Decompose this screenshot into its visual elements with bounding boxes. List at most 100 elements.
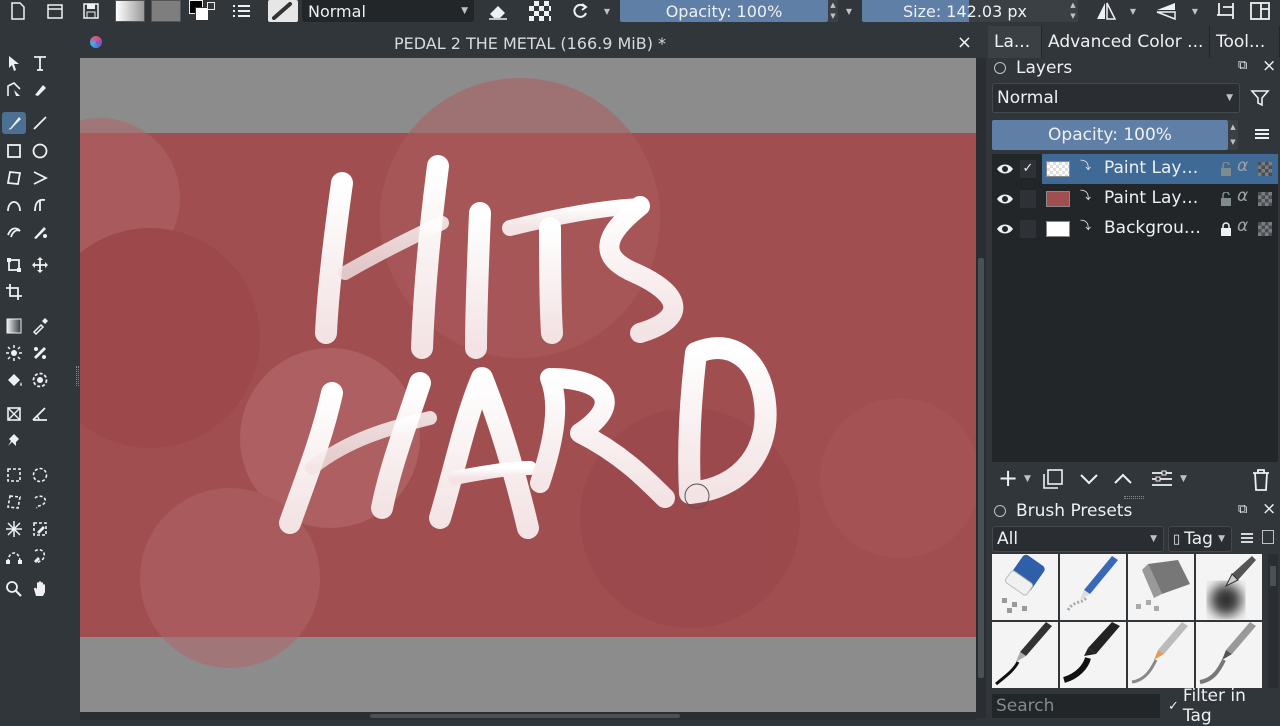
brush-preset-pencil[interactable]	[1128, 622, 1194, 688]
mirror-vertical-icon[interactable]	[1152, 0, 1180, 22]
brush-preset-eraser-pen[interactable]	[1060, 554, 1126, 620]
brush-grid-scrollbar[interactable]	[1268, 554, 1278, 688]
bezier-selection-tool-icon[interactable]	[2, 545, 26, 567]
reference-images-tool-icon[interactable]	[2, 430, 26, 452]
vertical-scrollbar[interactable]	[976, 58, 986, 718]
opacity-chevron-icon[interactable]: ▼	[842, 0, 856, 22]
alpha-inherit-icon[interactable]: α	[1237, 186, 1248, 206]
brush-preset-eraser-block[interactable]	[1128, 554, 1194, 620]
alpha-inherit-icon[interactable]: α	[1237, 156, 1248, 176]
bezier-curve-tool-icon[interactable]	[2, 194, 26, 216]
add-layer-chevron-icon[interactable]: ▼	[1024, 474, 1031, 484]
fill-tool-icon[interactable]	[2, 369, 26, 391]
float-brush-docker-icon[interactable]: ⧉	[1238, 502, 1247, 517]
vertical-scroll-thumb[interactable]	[978, 258, 984, 678]
alpha-lock-toggle-icon[interactable]	[1258, 192, 1272, 206]
magnetic-selection-tool-icon[interactable]	[28, 545, 52, 567]
move-layer-up-icon[interactable]	[1112, 468, 1134, 490]
alpha-lock-toggle-icon[interactable]	[1258, 162, 1272, 176]
canvas-viewport[interactable]	[80, 58, 976, 712]
layer-opacity-spinner[interactable]: ▲ ▼	[1228, 120, 1238, 150]
move-layer-down-icon[interactable]	[1078, 468, 1100, 490]
assistant-tool-icon[interactable]	[2, 403, 26, 425]
zoom-tool-icon[interactable]	[2, 578, 26, 600]
contiguous-selection-tool-icon[interactable]	[2, 518, 26, 540]
mirror-horizontal-icon[interactable]	[1092, 0, 1120, 22]
canvas-image[interactable]	[80, 58, 976, 712]
brush-tag-filter-select[interactable]: All ▼	[992, 526, 1164, 552]
freehand-selection-tool-icon[interactable]	[28, 491, 52, 513]
calligraphy-tool-icon[interactable]	[28, 79, 52, 101]
brush-search-input[interactable]: Search	[992, 694, 1160, 718]
alpha-inherit-icon[interactable]: α	[1237, 216, 1248, 236]
brush-grid-scroll-thumb[interactable]	[1270, 566, 1276, 586]
brush-view-menu-icon[interactable]	[1240, 530, 1254, 550]
opacity-slider[interactable]: Opacity: 100%	[620, 0, 828, 22]
select-shapes-tool-icon[interactable]	[2, 52, 26, 74]
visibility-eye-icon[interactable]	[996, 221, 1014, 237]
layer-row[interactable]: ✓ ⤵ Paint Laye... α	[992, 154, 1278, 184]
layer-select-checkbox[interactable]	[1020, 220, 1036, 238]
duplicate-layer-icon[interactable]	[1042, 468, 1064, 490]
tag-button[interactable]: ▯ Tag ▼	[1168, 526, 1232, 552]
layer-properties-chevron-icon[interactable]: ▼	[1180, 474, 1187, 484]
brush-detail-icon[interactable]	[1262, 530, 1274, 544]
layer-select-checkbox[interactable]: ✓	[1020, 160, 1036, 178]
alpha-lock-toggle-icon[interactable]	[1258, 222, 1272, 236]
layer-opacity-slider[interactable]: Opacity: 100%	[992, 120, 1228, 150]
crop-tool-icon[interactable]	[2, 281, 26, 303]
filter-icon[interactable]	[1250, 88, 1270, 112]
ellipse-tool-icon[interactable]	[28, 140, 52, 162]
elliptical-selection-tool-icon[interactable]	[28, 464, 52, 486]
new-document-icon[interactable]	[8, 0, 28, 22]
layer-properties-icon[interactable]	[1150, 468, 1174, 490]
visibility-eye-icon[interactable]	[996, 161, 1014, 177]
alpha-lock-icon[interactable]	[526, 0, 554, 22]
text-tool-icon[interactable]	[28, 52, 52, 74]
reload-icon[interactable]	[566, 0, 594, 22]
brush-preset-airbrush[interactable]	[1196, 554, 1262, 620]
polyline-tool-icon[interactable]	[28, 167, 52, 189]
gradient-tool-icon[interactable]	[2, 315, 26, 337]
freehand-path-tool-icon[interactable]	[28, 194, 52, 216]
layer-blend-mode-select[interactable]: Normal ▼	[992, 83, 1240, 113]
tab-tool-options[interactable]: Tool...	[1210, 26, 1280, 58]
filter-in-tag-checkbox[interactable]: ✓ Filter in Tag	[1168, 686, 1280, 726]
size-spinner[interactable]: ▲ ▼	[1068, 0, 1078, 22]
reload-chevron-icon[interactable]: ▼	[600, 0, 614, 22]
blend-mode-select[interactable]: Normal ▼	[302, 0, 474, 22]
mirror-v-chevron-icon[interactable]: ▼	[1188, 0, 1202, 22]
polygonal-selection-tool-icon[interactable]	[2, 491, 26, 513]
tab-layers[interactable]: La...	[988, 26, 1042, 58]
locked-icon[interactable]	[1220, 222, 1232, 236]
layer-select-checkbox[interactable]	[1020, 190, 1036, 208]
layer-name-area[interactable]: ⤵ Paint Laye... α	[1042, 154, 1278, 184]
layer-row[interactable]: ⤵ Paint Laye... α	[992, 184, 1278, 214]
color-swatch-icon[interactable]	[186, 0, 222, 22]
layer-row[interactable]: ⤵ Background α	[992, 214, 1278, 244]
transform-tool-icon[interactable]	[2, 254, 26, 276]
layer-name-area[interactable]: ⤵ Background α	[1042, 214, 1278, 244]
document-tab[interactable]: PEDAL 2 THE METAL (166.9 MiB) * ×	[80, 28, 980, 58]
add-layer-icon[interactable]: +	[998, 464, 1018, 492]
layer-name-area[interactable]: ⤵ Paint Laye... α	[1042, 184, 1278, 214]
horizontal-scrollbar[interactable]	[80, 712, 976, 720]
move-tool-icon[interactable]	[28, 254, 52, 276]
close-brush-docker-icon[interactable]: ×	[1262, 499, 1276, 519]
mirror-h-chevron-icon[interactable]: ▼	[1126, 0, 1140, 22]
toolbox-splitter[interactable]	[76, 366, 79, 386]
unlocked-icon[interactable]	[1220, 162, 1232, 176]
rectangle-tool-icon[interactable]	[2, 140, 26, 162]
dynamic-brush-tool-icon[interactable]	[2, 221, 26, 243]
gradient-icon[interactable]	[114, 0, 146, 22]
pattern-icon[interactable]	[150, 0, 182, 22]
horizontal-scroll-thumb[interactable]	[370, 714, 680, 718]
eraser-icon[interactable]	[484, 0, 512, 22]
menu-list-icon[interactable]	[230, 0, 254, 22]
visibility-eye-icon[interactable]	[996, 191, 1014, 207]
brush-preset-pencil-soft[interactable]	[1196, 622, 1262, 688]
tab-advanced-color[interactable]: Advanced Color ...	[1042, 26, 1210, 58]
delete-layer-icon[interactable]	[1250, 468, 1272, 492]
opacity-spinner[interactable]: ▲ ▼	[828, 0, 838, 22]
polygon-tool-icon[interactable]	[2, 167, 26, 189]
